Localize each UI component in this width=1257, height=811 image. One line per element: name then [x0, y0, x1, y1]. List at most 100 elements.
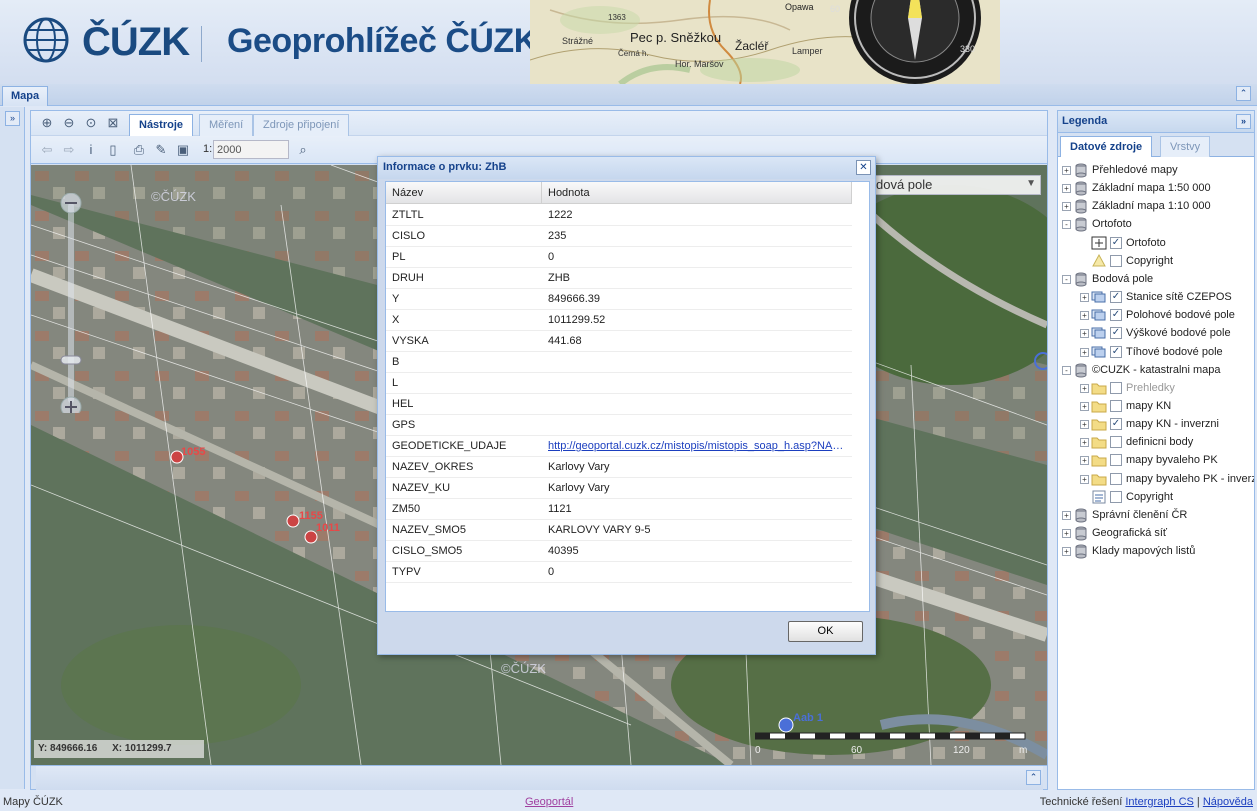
table-row[interactable]: X 1011299.52 [386, 310, 852, 331]
tree-node[interactable]: Copyright [1058, 488, 1254, 506]
expand-left-panel-icon[interactable]: » [5, 111, 20, 126]
tree-node[interactable]: ✓ Ortofoto [1058, 234, 1254, 252]
layer-checkbox[interactable] [1110, 472, 1122, 485]
save-icon[interactable]: ▣ [175, 142, 191, 158]
tree-node[interactable]: + mapy byvaleho PK - inverzni [1058, 470, 1254, 488]
tree-node[interactable]: + Geografická síť [1058, 524, 1254, 542]
map-marker[interactable] [778, 717, 794, 733]
forward-arrow-icon[interactable]: ⇨ [61, 142, 77, 158]
layer-checkbox[interactable] [1110, 254, 1122, 267]
expand-icon[interactable]: + [1080, 420, 1089, 430]
tree-node[interactable]: + mapy byvaleho PK [1058, 451, 1254, 469]
table-row[interactable]: Y 849666.39 [386, 289, 852, 310]
column-header-name[interactable]: Název [386, 182, 542, 204]
expand-icon[interactable]: + [1080, 456, 1089, 466]
tab-vrstvy[interactable]: Vrstvy [1160, 136, 1211, 157]
tree-node[interactable]: + Správní členění ČR [1058, 506, 1254, 524]
tree-node[interactable]: + mapy KN [1058, 397, 1254, 415]
table-row[interactable]: HEL [386, 394, 852, 415]
table-row[interactable]: GPS [386, 415, 852, 436]
table-row[interactable]: CISLO_SMO5 40395 [386, 541, 852, 562]
zoom-out-icon[interactable]: ⊖ [61, 115, 77, 131]
layer-checkbox[interactable]: ✓ [1110, 327, 1122, 340]
tree-node[interactable]: + Přehledové mapy [1058, 161, 1254, 179]
help-link[interactable]: Nápověda [1203, 796, 1253, 808]
tree-node[interactable]: + ✓ mapy KN - inverzni [1058, 415, 1254, 433]
layer-checkbox[interactable] [1110, 490, 1122, 503]
zoom-to-scale-icon[interactable]: ⌕ [295, 142, 311, 158]
map-marker[interactable] [304, 530, 318, 544]
column-header-value[interactable]: Hodnota [542, 182, 852, 204]
layer-checkbox[interactable]: ✓ [1110, 291, 1122, 304]
expand-icon[interactable]: + [1080, 383, 1089, 393]
expand-icon[interactable]: + [1080, 474, 1089, 484]
expand-icon[interactable]: + [1080, 311, 1089, 321]
tab-mereni[interactable]: Měření [199, 114, 254, 136]
layer-select[interactable]: dová pole ▼ [871, 175, 1041, 195]
geoportal-link[interactable]: Geoportál [525, 796, 573, 808]
table-row[interactable]: L [386, 373, 852, 394]
layer-checkbox[interactable] [1110, 454, 1122, 467]
document-icon[interactable]: ▯ [105, 142, 121, 158]
map-marker[interactable] [170, 450, 184, 464]
tree-node[interactable]: + ✓ Stanice sítě CZEPOS [1058, 288, 1254, 306]
table-row[interactable]: TYPV 0 [386, 562, 852, 583]
layer-checkbox[interactable]: ✓ [1110, 418, 1122, 431]
expand-icon[interactable]: + [1062, 529, 1071, 538]
attribute-link[interactable]: http://geoportal.cuzk.cz/mistopis/mistop… [548, 440, 850, 452]
tree-node[interactable]: - Bodová pole [1058, 270, 1254, 288]
tab-nastroje[interactable]: Nástroje [129, 114, 194, 136]
table-row[interactable]: B [386, 352, 852, 373]
layer-checkbox[interactable] [1110, 399, 1122, 412]
collapse-icon[interactable]: - [1062, 274, 1071, 284]
tab-mapa[interactable]: Mapa [2, 86, 49, 106]
expand-icon[interactable]: + [1080, 329, 1089, 339]
info-icon[interactable]: i [83, 142, 99, 158]
ok-button[interactable]: OK [788, 621, 863, 642]
expand-icon[interactable]: + [1080, 401, 1089, 411]
table-row[interactable]: NAZEV_KU Karlovy Vary [386, 478, 852, 499]
tree-node[interactable]: + Základní mapa 1:50 000 [1058, 179, 1254, 197]
expand-icon[interactable]: + [1080, 293, 1089, 303]
layer-checkbox[interactable] [1110, 436, 1122, 449]
tree-node[interactable]: - ©CUZK - katastralni mapa [1058, 361, 1254, 379]
map-marker[interactable] [286, 514, 300, 528]
tree-node[interactable]: + Klady mapových listů [1058, 542, 1254, 560]
collapse-header-icon[interactable]: ⌃ [1236, 86, 1251, 101]
zoom-slider[interactable] [59, 192, 83, 418]
zoom-rect-icon[interactable]: ⊙ [83, 115, 99, 131]
tree-node[interactable]: + ✓ Tíhové bodové pole [1058, 343, 1254, 361]
close-icon[interactable]: ✕ [856, 160, 871, 175]
zoom-in-icon[interactable]: ⊕ [39, 115, 55, 131]
layer-checkbox[interactable]: ✓ [1110, 309, 1122, 322]
pencil-icon[interactable]: ✎ [153, 142, 169, 158]
table-row[interactable]: ZTLTL 1222 [386, 205, 852, 226]
collapse-icon[interactable]: - [1062, 365, 1071, 375]
tab-zdroje-pripojeni[interactable]: Zdroje připojení [253, 114, 350, 136]
tree-node[interactable]: - Ortofoto [1058, 215, 1254, 233]
tree-node[interactable]: + Prehledky [1058, 379, 1254, 397]
expand-icon[interactable]: + [1080, 347, 1089, 357]
tree-node[interactable]: + ✓ Výškové bodové pole [1058, 324, 1254, 342]
tree-node[interactable]: + ✓ Polohové bodové pole [1058, 306, 1254, 324]
expand-icon[interactable]: + [1080, 438, 1089, 448]
tree-node[interactable]: + Základní mapa 1:10 000 [1058, 197, 1254, 215]
collapse-legend-icon[interactable]: » [1236, 114, 1251, 129]
table-row[interactable]: PL 0 [386, 247, 852, 268]
table-row[interactable]: NAZEV_SMO5 KARLOVY VARY 9-5 [386, 520, 852, 541]
expand-icon[interactable]: + [1062, 547, 1071, 557]
table-row[interactable]: CISLO 235 [386, 226, 852, 247]
expand-icon[interactable]: + [1062, 202, 1071, 212]
expand-icon[interactable]: + [1062, 510, 1071, 520]
layer-checkbox[interactable]: ✓ [1110, 345, 1122, 358]
print-icon[interactable]: ⎙ [131, 142, 147, 158]
expand-icon[interactable]: + [1062, 184, 1071, 194]
collapse-bottom-icon[interactable]: ⌃ [1026, 770, 1041, 785]
back-arrow-icon[interactable]: ⇦ [39, 142, 55, 158]
table-row[interactable]: DRUH ZHB [386, 268, 852, 289]
layer-checkbox[interactable]: ✓ [1110, 236, 1122, 249]
table-row[interactable]: GEODETICKE_UDAJE http://geoportal.cuzk.cz… [386, 436, 852, 457]
tab-datove-zdroje[interactable]: Datové zdroje [1060, 136, 1153, 157]
table-row[interactable]: NAZEV_OKRES Karlovy Vary [386, 457, 852, 478]
tree-node[interactable]: Copyright [1058, 252, 1254, 270]
